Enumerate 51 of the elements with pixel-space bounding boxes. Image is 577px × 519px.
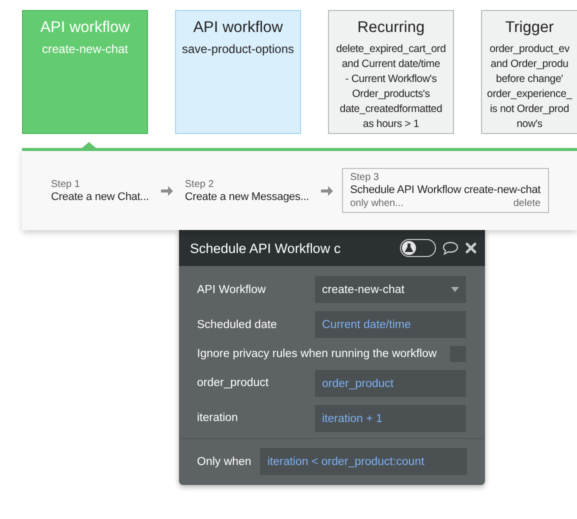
flask-icon: [404, 243, 414, 253]
card-title: Trigger: [504, 19, 555, 37]
field-label: order_product: [197, 376, 270, 389]
card-title: API workflow: [192, 19, 284, 37]
field-label: API Workflow: [197, 283, 267, 296]
step-title: Create a new Chat...: [51, 190, 149, 202]
expression-field[interactable]: order_product: [315, 370, 466, 397]
arrow-right-icon: [160, 184, 174, 198]
condition-field[interactable]: iteration < order_product:count: [260, 448, 467, 475]
card-description-line: Order_products's: [351, 87, 431, 102]
card-description-line: and Order_produ: [490, 57, 570, 72]
workflow-card[interactable]: Trigger order_product_ev and Order_produ before change' order_experience_ is not Order_prod now's: [481, 10, 577, 134]
card-description-line: is not Order_prod: [488, 102, 570, 117]
step-title: Schedule API Workflow create-new-chat: [350, 184, 541, 196]
step-label: Step 3: [350, 172, 380, 183]
expression-field[interactable]: Current date/time: [315, 311, 466, 338]
step-label: Step 1: [51, 178, 81, 190]
close-icon[interactable]: [465, 242, 477, 254]
workflow-step[interactable]: Step 3 Schedule API Workflow create-new-chat only when... delete: [342, 168, 549, 213]
step-label: Step 2: [184, 178, 215, 190]
comment-icon[interactable]: [442, 240, 459, 256]
card-description-line: as hours > 1: [362, 117, 420, 132]
expression-field[interactable]: iteration + 1: [315, 405, 466, 432]
panel-title: Schedule API Workflow c: [190, 240, 341, 256]
card-title: Recurring: [356, 19, 426, 37]
step-condition: only when...: [350, 198, 404, 209]
workflow-card[interactable]: API workflow save-product-options: [175, 10, 301, 134]
debug-toggle[interactable]: [400, 239, 436, 257]
step-title: Create a new Messages...: [184, 190, 310, 202]
workflow-card[interactable]: Recurring delete_expired_cart_ord and Current date/time - Current Workflow's Order_products's date_createdformatted as hours > 1: [328, 10, 454, 134]
workflow-step[interactable]: Step 1 Create a new Chat...: [46, 174, 154, 206]
caret-icon: [451, 287, 459, 292]
field-label: Scheduled date: [197, 318, 278, 331]
card-description-line: now's: [516, 117, 544, 132]
card-description-line: before change': [495, 72, 564, 87]
field-label: Only when: [197, 456, 252, 468]
delete-link[interactable]: delete: [513, 198, 541, 209]
card-description-line: order_experience_: [486, 87, 574, 102]
card-description-line: order_product_ev: [488, 42, 570, 57]
dropdown[interactable]: create-new-chat: [315, 276, 466, 303]
card-description-line: date_createdformatted: [338, 102, 444, 117]
card-subtitle: create-new-chat: [40, 42, 130, 56]
checkbox-label: Ignore privacy rules when running the workflow: [197, 348, 437, 360]
card-description-line: - Current Workflow's: [344, 72, 438, 87]
arrow-right-icon: [320, 184, 334, 198]
card-description-line: and Current date/time: [340, 57, 442, 72]
workflow-step[interactable]: Step 2 Create a new Messages...: [180, 174, 314, 206]
card-subtitle: save-product-options: [180, 42, 296, 56]
field-label: iteration: [197, 411, 239, 424]
card-description-line: delete_expired_cart_ord: [335, 42, 447, 57]
card-title: API workflow: [39, 19, 131, 37]
